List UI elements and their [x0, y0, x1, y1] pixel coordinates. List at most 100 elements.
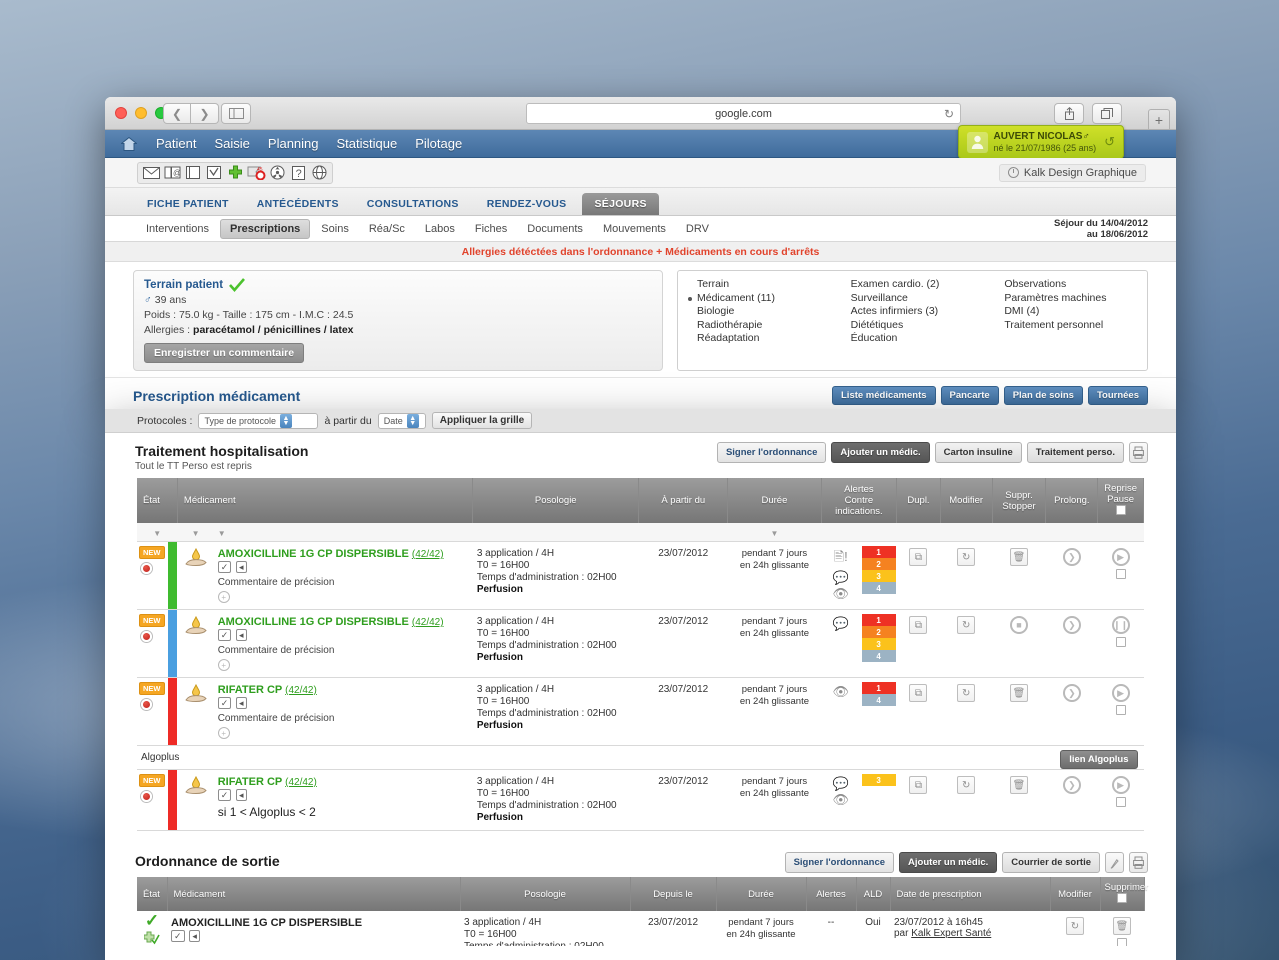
validate-icon[interactable]: ✓ [217, 697, 232, 709]
col-supprimer[interactable]: Supprimer [1100, 877, 1148, 911]
eye-icon[interactable]: 👁 [825, 586, 856, 602]
eye-icon[interactable]: 👁 [825, 684, 856, 700]
col-alertes[interactable]: Alertes [806, 877, 857, 911]
prolong-cell[interactable]: ❯ [1045, 677, 1098, 746]
home-button[interactable] [121, 136, 137, 151]
category-parametres-machines[interactable]: Paramètres machines [995, 292, 1137, 306]
col-posologie[interactable]: Posologie [460, 877, 631, 911]
address-bar[interactable]: google.com ↻ [526, 103, 961, 124]
sign-prescription-button-sortie[interactable]: Signer l'ordonnance [784, 852, 895, 873]
close-window-button[interactable] [115, 107, 127, 119]
new-tab-button[interactable]: + [1148, 109, 1170, 130]
alert-chip-3[interactable]: 3 [861, 638, 896, 650]
sort-medicament-icon[interactable]: ▼ [218, 529, 226, 538]
col-reprise-pause[interactable]: Reprise Pause [1097, 478, 1144, 523]
select-all-checkbox[interactable] [1117, 893, 1127, 903]
alert-chips-cell[interactable]: 1 2 3 4 [860, 609, 897, 678]
alert-chip-1[interactable]: 1 [861, 614, 896, 626]
col-ald[interactable]: ALD [856, 877, 891, 911]
sign-prescription-button[interactable]: Signer l'ordonnance [716, 442, 827, 463]
alert-icons-cell[interactable]: 🖹! 💬 👁 [821, 541, 861, 610]
col-alertes[interactable]: Alertes Contre indications. [821, 478, 898, 523]
row-checkbox[interactable] [1115, 637, 1126, 647]
row-state-cell[interactable]: NEW [137, 541, 169, 610]
insulin-card-button[interactable]: Carton insuline [934, 442, 1022, 463]
duplicate-icon[interactable]: ⧉ [909, 776, 928, 794]
refresh-icon[interactable]: ↻ [957, 684, 976, 702]
alert-chip-3[interactable]: 3 [861, 570, 896, 582]
trash-icon[interactable]: 🗑 [1113, 917, 1131, 935]
forward-button[interactable]: ❯ [191, 103, 219, 124]
window-traffic-lights[interactable] [115, 107, 167, 119]
dupl-cell[interactable]: ⧉ [896, 769, 941, 831]
table-row[interactable]: NEW RIFATER CP (42/42) ✓ [137, 769, 1144, 831]
globe-icon[interactable] [309, 164, 329, 182]
stop-red-icon[interactable] [141, 699, 152, 710]
protocol-date-select[interactable]: Date ▲ ▼ [377, 412, 426, 429]
refresh-icon[interactable]: ↺ [1104, 134, 1115, 150]
comment-icon[interactable]: 💬 [825, 616, 856, 632]
category-education[interactable]: Éducation [842, 332, 984, 346]
detail-icon[interactable]: ◂ [236, 629, 247, 641]
alert-chips-cell[interactable]: 3 [860, 769, 897, 831]
table-row[interactable]: NEW AMOXICILLINE 1G CP DISPERSIBLE (42/4… [137, 609, 1144, 678]
pencil-icon[interactable] [1105, 852, 1124, 873]
duplicate-icon[interactable]: ⧉ [909, 684, 928, 702]
apply-grid-button[interactable]: Appliquer la grille [431, 412, 533, 429]
arrow-right-circle-icon[interactable]: ❯ [1062, 776, 1081, 794]
detail-icon[interactable]: ◂ [236, 561, 247, 573]
arrow-right-circle-icon[interactable]: ❯ [1062, 548, 1081, 566]
col-a-partir-du[interactable]: À partir du [638, 478, 729, 523]
modify-cell[interactable]: ↻ [940, 609, 993, 678]
reload-icon[interactable]: ↻ [944, 107, 954, 121]
category-traitement-personnel[interactable]: Traitement personnel [995, 319, 1137, 333]
validate-icon[interactable]: ✓ [217, 789, 232, 801]
col-depuis-le[interactable]: Depuis le [630, 877, 717, 911]
stop-circle-icon[interactable]: ■ [1010, 616, 1028, 634]
tab-fiche-patient[interactable]: FICHE PATIENT [135, 193, 241, 215]
row-checkbox[interactable] [1115, 569, 1126, 579]
table-filter-row[interactable]: ▼ ▼ ▼ ▼ [137, 523, 1144, 542]
eye-icon[interactable]: 👁 [825, 792, 856, 808]
flag-alert-icon[interactable]: 45 [246, 164, 266, 182]
add-comment-icon[interactable]: + [217, 591, 230, 603]
add-medication-button-sortie[interactable]: Ajouter un médic. [899, 852, 998, 873]
share-button[interactable] [1054, 103, 1084, 124]
modify-cell[interactable]: ↻ [940, 769, 993, 831]
envelope-icon[interactable] [141, 164, 161, 182]
category-dietetiques[interactable]: Diététiques [842, 319, 984, 333]
printer-icon[interactable] [1129, 442, 1148, 463]
category-medicament[interactable]: Médicament (11) [688, 292, 830, 306]
add-comment-icon[interactable]: + [217, 659, 230, 671]
row-checkbox[interactable] [1115, 705, 1126, 715]
trash-icon[interactable]: 🗑 [1010, 684, 1028, 702]
nav-item-planning[interactable]: Planning [268, 136, 319, 151]
save-comment-button[interactable]: Enregistrer un commentaire [144, 343, 305, 363]
plan-de-soins-button[interactable]: Plan de soins [1003, 386, 1083, 405]
browser-right-buttons[interactable] [1054, 103, 1122, 124]
delete-cell[interactable]: 🗑 [992, 677, 1046, 746]
stop-red-icon[interactable] [141, 631, 152, 642]
plus-icon[interactable] [225, 164, 245, 182]
refresh-icon[interactable]: ↻ [957, 776, 976, 794]
validate-icon[interactable]: ✓ [217, 561, 232, 573]
trash-icon[interactable]: 🗑 [1010, 548, 1028, 566]
refresh-icon[interactable]: ↻ [1066, 917, 1084, 935]
alert-chip-1[interactable]: 1 [861, 682, 896, 694]
dupl-cell[interactable]: ⧉ [896, 677, 941, 746]
col-duree[interactable]: Durée [727, 478, 822, 523]
detail-icon[interactable]: ◂ [189, 930, 200, 942]
delete-cell[interactable]: 🗑 [992, 541, 1046, 610]
category-readaptation[interactable]: Réadaptation [688, 332, 830, 346]
refresh-icon[interactable]: ↻ [957, 548, 976, 566]
add-medication-button[interactable]: Ajouter un médic. [831, 442, 930, 463]
minimize-window-button[interactable] [135, 107, 147, 119]
sidebar-toggle-button[interactable] [221, 103, 251, 124]
arrow-right-circle-icon[interactable]: ❯ [1062, 616, 1081, 634]
notebook-icon[interactable] [183, 164, 203, 182]
duplicate-icon[interactable]: ⧉ [909, 616, 928, 634]
prolong-cell[interactable]: ❯ [1045, 609, 1098, 678]
nav-item-statistique[interactable]: Statistique [337, 136, 398, 151]
comment-icon[interactable]: 💬 [825, 570, 856, 586]
resume-cell[interactable]: ▶ [1097, 541, 1144, 610]
